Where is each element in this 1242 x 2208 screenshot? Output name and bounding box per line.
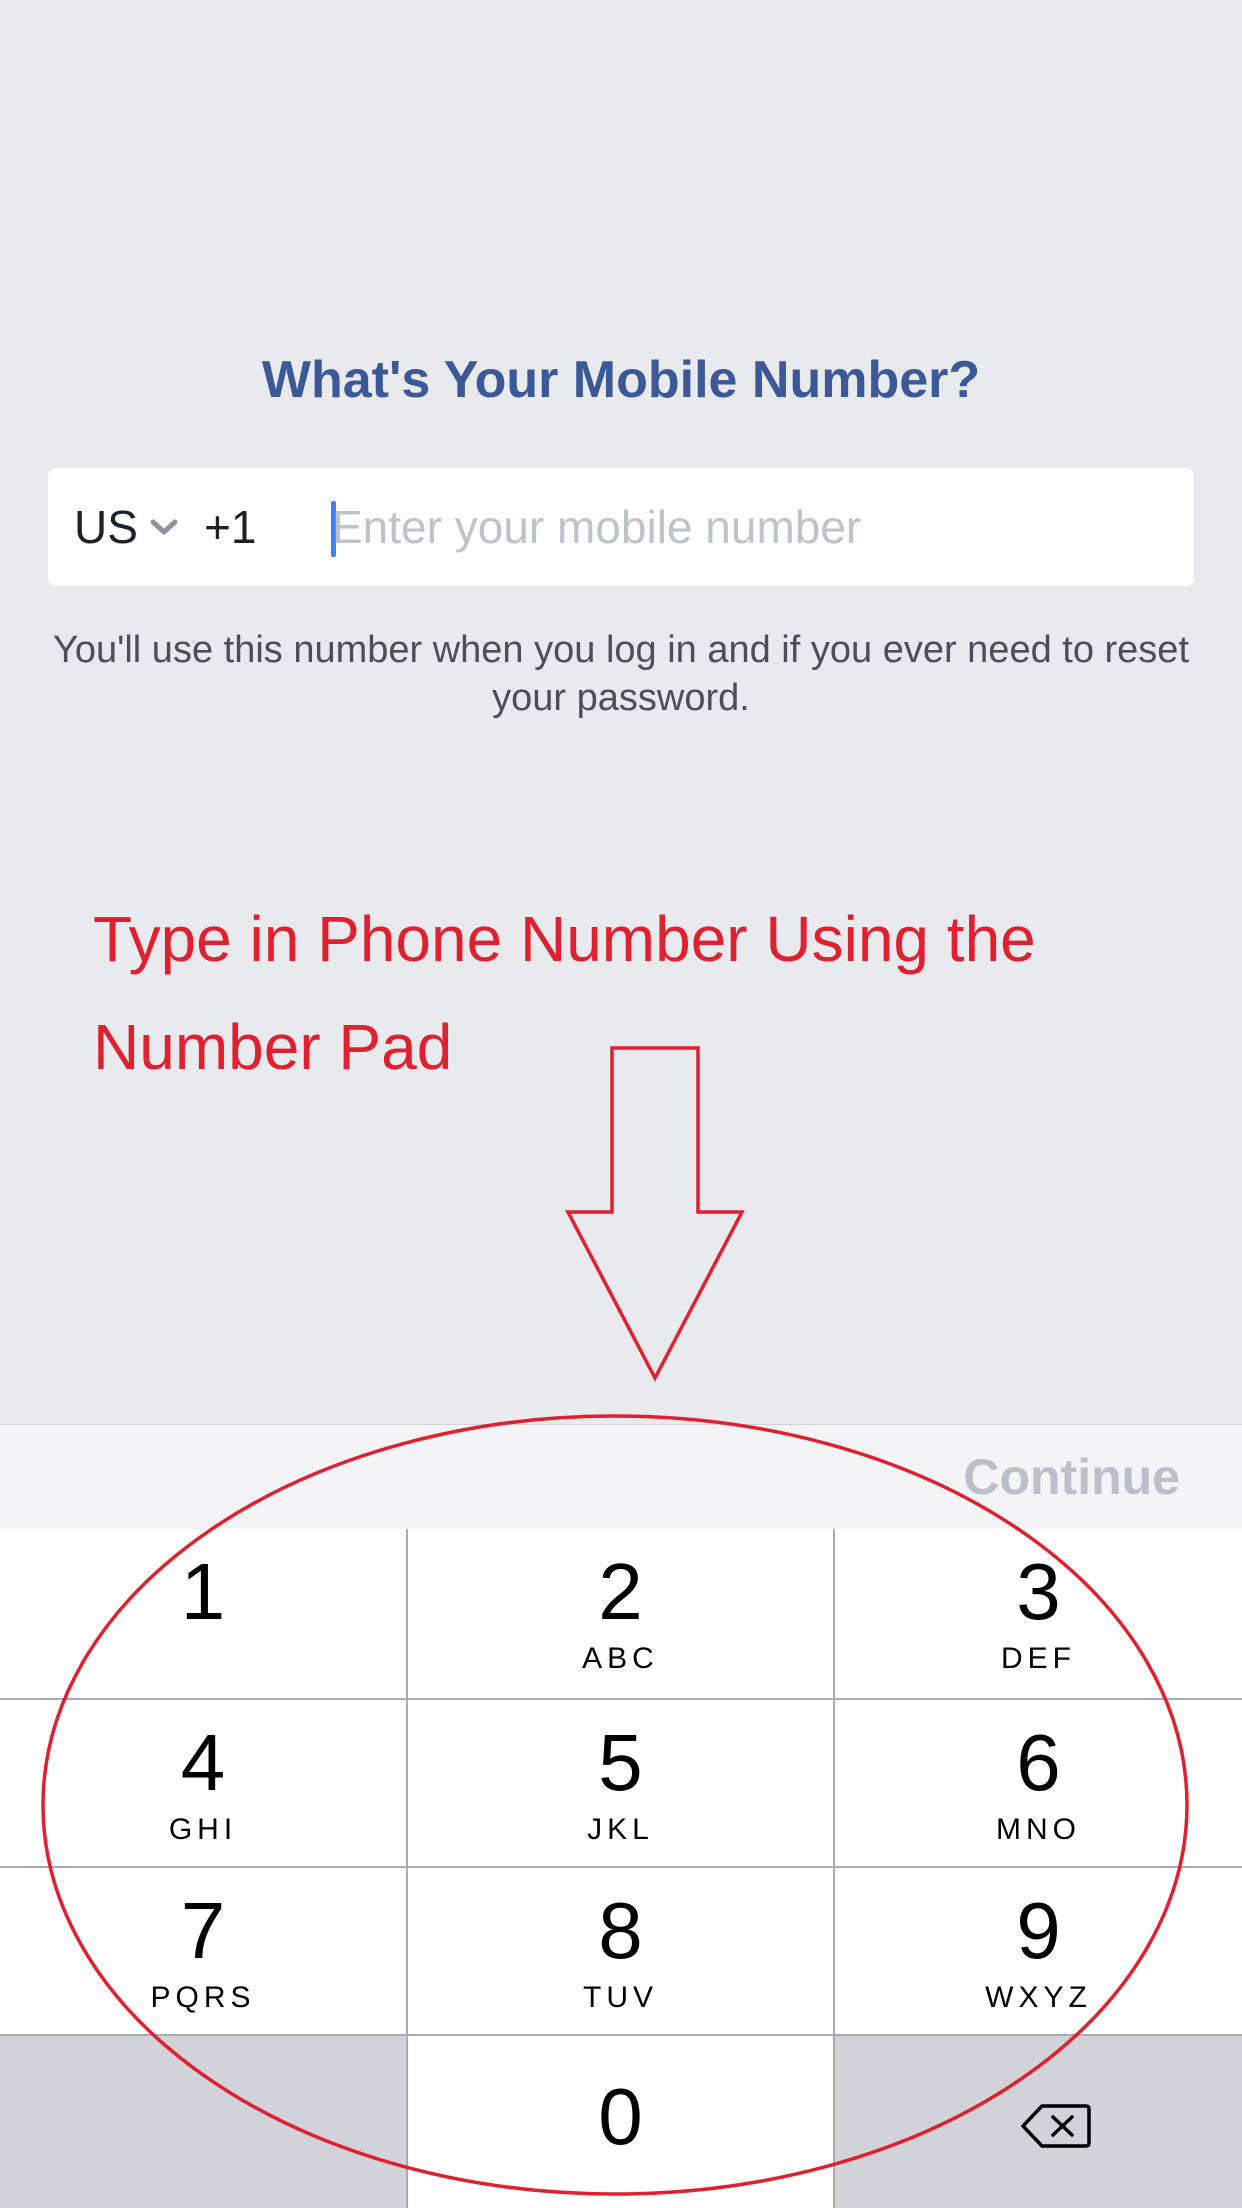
key-letters: JKL [587, 1813, 654, 1846]
country-selector[interactable]: US [74, 468, 138, 586]
phone-number-row: US +1 [48, 468, 1194, 586]
keyboard-accessory-bar: Continue [0, 1424, 1242, 1530]
helper-text: You'll use this number when you log in a… [52, 629, 1189, 719]
chevron-down-icon[interactable] [148, 511, 180, 543]
key-digit: 4 [180, 1718, 226, 1807]
key-digit: 3 [1016, 1547, 1061, 1636]
key-digit: 1 [180, 1547, 226, 1636]
dial-code: +1 [204, 501, 257, 553]
key-digit: 8 [598, 1886, 643, 1975]
key-digit: 7 [180, 1886, 226, 1975]
key-letters: PQRS [150, 1981, 256, 2014]
key-digit: 0 [598, 2072, 643, 2161]
key-6[interactable]: 6 MNO [835, 1700, 1242, 1866]
key-letters: MNO [996, 1813, 1081, 1846]
key-digit: 2 [598, 1547, 643, 1636]
key-7[interactable]: 7 PQRS [0, 1868, 406, 2034]
mobile-number-input[interactable] [332, 490, 1172, 564]
delete-key[interactable] [835, 2036, 1242, 2208]
page-title: What's Your Mobile Number? [261, 351, 981, 409]
key-1[interactable]: 1 [0, 1529, 406, 1698]
key-letters: DEF [1001, 1642, 1076, 1675]
key-digit: 6 [1016, 1718, 1061, 1807]
key-letters: TUV [583, 1981, 658, 2014]
key-0[interactable]: 0 [408, 2036, 833, 2208]
key-letters: WXYZ [985, 1981, 1092, 2014]
key-letters: ABC [582, 1642, 659, 1675]
key-8[interactable]: 8 TUV [408, 1868, 833, 2034]
key-digit: 9 [1016, 1886, 1061, 1975]
empty-key [0, 2036, 406, 2208]
backspace-icon [1021, 2104, 1091, 2148]
key-4[interactable]: 4 GHI [0, 1700, 406, 1866]
number-pad: 1 2 ABC 3 DEF 4 GHI 5 JKL 6 MNO 7 PQRS 8… [0, 1529, 1242, 2208]
key-digit: 5 [598, 1718, 643, 1807]
arrow-down-icon [565, 1046, 745, 1382]
key-3[interactable]: 3 DEF [835, 1529, 1242, 1698]
key-2[interactable]: 2 ABC [408, 1529, 833, 1698]
key-5[interactable]: 5 JKL [408, 1700, 833, 1866]
key-9[interactable]: 9 WXYZ [835, 1868, 1242, 2034]
key-letters: GHI [168, 1813, 238, 1846]
continue-button[interactable]: Continue [963, 1425, 1180, 1530]
